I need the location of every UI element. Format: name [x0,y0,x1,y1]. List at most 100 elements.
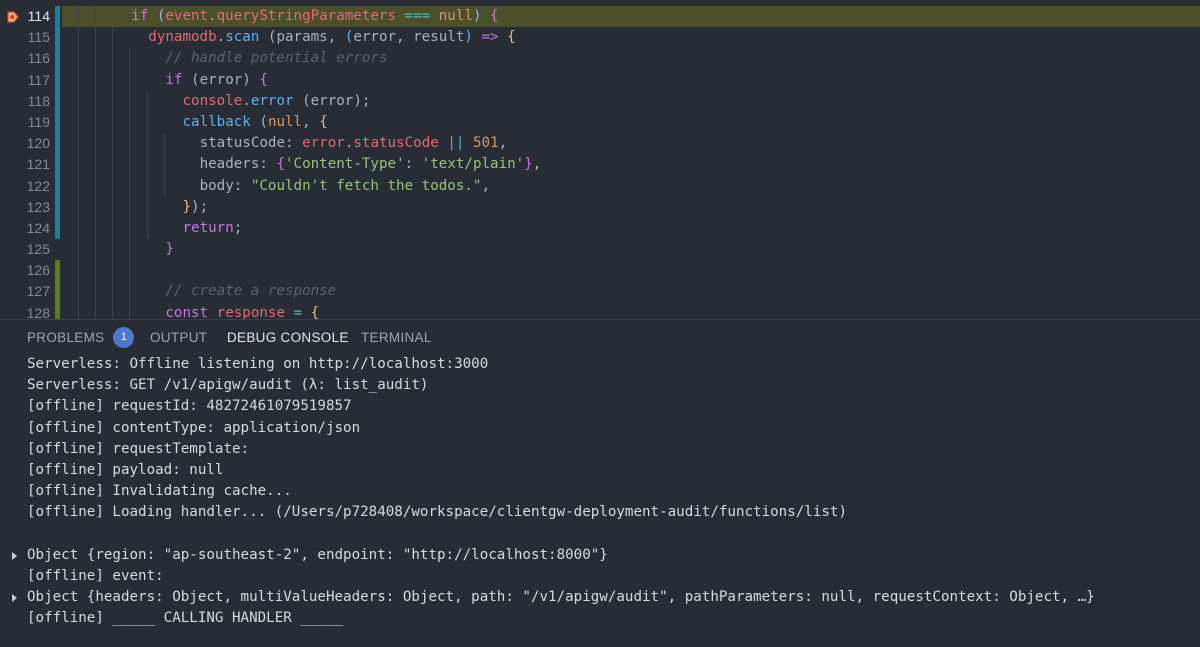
code-line[interactable]: 120 statusCode: error.statusCode || 501, [0,133,1200,155]
code-line[interactable]: 124 return; [0,217,1200,240]
code-line[interactable]: 114 if (event.queryStringParameters === n… [0,6,1200,28]
line-number[interactable]: 121 [0,154,50,175]
diff-modified-marker[interactable] [55,69,60,91]
code-editor[interactable]: 114 if (event.queryStringParameters === n… [0,0,1200,319]
diff-modified-marker[interactable] [55,217,60,240]
code-line[interactable]: 119 callback (null, { [0,111,1200,134]
console-text: [offline] payload: null [27,461,224,478]
indent-guide [95,154,97,176]
code-token: . [242,92,251,109]
indent-guide [112,69,114,91]
line-number[interactable]: 123 [0,197,50,218]
line-number[interactable]: 120 [0,133,50,154]
code-line[interactable]: 123}); [0,196,1200,218]
code-token: } [182,198,192,215]
indent-guide [146,111,148,134]
diff-modified-marker[interactable] [55,196,60,218]
code-token: "Couldn't fetch the todos." [250,177,482,194]
diff-modified-marker[interactable] [55,6,60,28]
code-token: === [396,8,439,24]
indent-guide [163,175,165,197]
code-token: console [182,92,243,109]
code-token: ) [464,29,473,46]
expand-arrow-icon[interactable] [12,594,17,603]
code-line[interactable]: 115 dynamodb.scan (params, (error, result… [0,27,1200,49]
line-number[interactable]: 125 [0,239,50,260]
tab-terminal[interactable]: TERMINAL [361,320,432,356]
tab-problems[interactable]: PROBLEMS 1 [27,320,135,356]
breakpoint-arrow-icon[interactable] [7,11,19,23]
code-line[interactable]: 118 console.error (error); [0,90,1200,112]
code-token: if [165,71,183,88]
indent-guide [112,133,114,155]
diff-added-marker[interactable] [55,260,60,282]
code-content: return; [62,217,1200,240]
code-content: statusCode: error.statusCode || 501, [62,133,1200,155]
indent-guide [146,217,148,240]
code-token: error [302,135,345,152]
code-token: dynamodb [148,29,217,46]
code-line[interactable]: 122 body: "Couldn't fetch the todos.", [0,175,1200,197]
diff-modified-marker[interactable] [55,133,60,155]
line-number[interactable]: 117 [0,70,50,91]
console-text: [offline] Loading handler... (/Users/p72… [27,504,847,521]
indent-guide [129,239,131,261]
indent-guide [78,260,80,282]
line-number[interactable]: 122 [0,176,50,197]
indent-guide [129,48,131,70]
line-number[interactable]: 119 [0,112,50,133]
code-token: } [165,241,174,258]
tab-debug-console[interactable]: DEBUG CONSOLE [227,320,349,356]
line-number[interactable]: 126 [0,260,50,281]
line-number[interactable]: 127 [0,281,50,302]
console-object-entry[interactable]: Object {headers: Object, multiValueHeade… [0,587,1200,608]
expand-arrow-icon[interactable] [12,551,17,560]
line-number[interactable]: 116 [0,48,50,69]
code-token: { [490,8,499,24]
indent-guide [95,281,97,303]
code-line[interactable]: 126 [0,260,1200,282]
indent-guide [78,111,80,134]
diff-modified-marker[interactable] [55,48,60,70]
indent-guide [112,281,114,303]
diff-modified-marker[interactable] [55,111,60,134]
code-content: callback (null, { [62,111,1200,134]
console-line: [offline] requestTemplate: [0,439,1200,460]
indent-guide [78,196,80,218]
code-lines: 114 if (event.queryStringParameters === n… [0,6,1200,319]
code-line[interactable]: 116 // handle potential errors [0,48,1200,70]
code-line[interactable]: 121 headers: {'Content-Type': 'text/plain… [0,154,1200,176]
code-text: } [165,239,174,260]
diff-modified-marker[interactable] [55,27,60,49]
code-line[interactable]: 128 const response = { [0,302,1200,319]
bottom-panel: PROBLEMS 1 OUTPUT DEBUG CONSOLE TERMINAL … [0,319,1200,647]
indent-guide [129,154,131,176]
code-line[interactable]: 117 if (error) { [0,69,1200,91]
line-number[interactable]: 124 [0,218,50,239]
code-line[interactable]: 125} [0,239,1200,261]
indent-guide [78,69,80,91]
diff-modified-marker[interactable] [55,175,60,197]
indent-guide [112,90,114,112]
line-number[interactable]: 128 [0,303,50,319]
code-token: event [165,8,209,24]
code-text: statusCode: error.statusCode || 501, [200,133,508,154]
line-number[interactable]: 115 [0,27,50,48]
console-line: [offline] contentType: application/json [0,418,1200,439]
indent-guide [112,154,114,176]
diff-modified-marker[interactable] [55,90,60,112]
console-object-entry[interactable]: Object {region: "ap-southeast-2", endpoi… [0,545,1200,566]
tab-output[interactable]: OUTPUT [150,320,207,356]
diff-modified-marker[interactable] [55,154,60,176]
debug-console-output[interactable]: Serverless: Offline listening on http://… [0,354,1200,647]
code-token: statusCode [353,135,439,152]
code-token: error [250,92,294,109]
code-line[interactable]: 127 // create a response [0,281,1200,303]
diff-added-marker[interactable] [55,281,60,303]
line-number[interactable]: 118 [0,91,50,112]
indent-guide [95,196,97,218]
diff-added-marker[interactable] [55,302,60,319]
console-line: Serverless: Offline listening on http://… [0,354,1200,375]
indent-guide [163,133,165,155]
code-token: . [208,8,217,24]
